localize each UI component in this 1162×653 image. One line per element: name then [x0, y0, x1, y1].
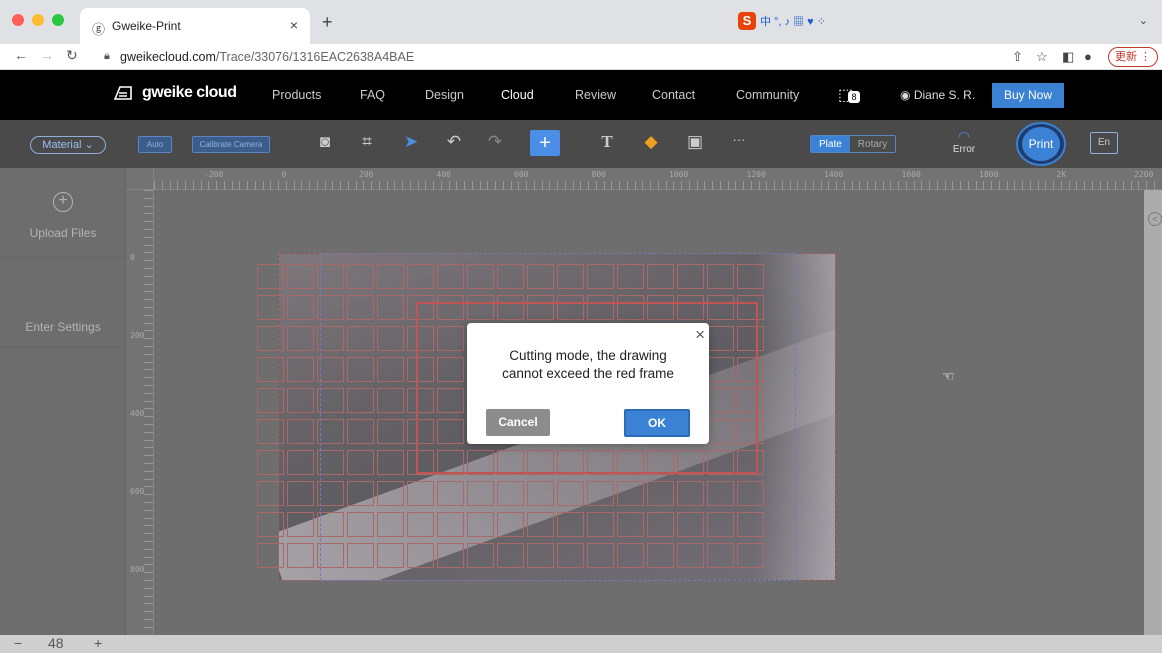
url-field[interactable]: gweikecloud.com/Trace/33076/1316EAC2638A… [120, 50, 414, 64]
dialog-message-line2: cannot exceed the red frame [502, 366, 674, 381]
rotary-option[interactable]: Rotary [849, 136, 896, 152]
sogou-icon[interactable]: S [738, 12, 756, 30]
dialog-message-line1: Cutting mode, the drawing [509, 348, 667, 363]
close-window-icon[interactable] [12, 14, 24, 26]
wifi-icon: ◠ [957, 128, 971, 144]
undo-icon[interactable]: ↶ [443, 132, 465, 152]
text-tool-icon[interactable]: T [596, 132, 618, 152]
wifi-status[interactable]: ◠ Error [946, 128, 982, 155]
cancel-button[interactable]: Cancel [486, 409, 550, 436]
ok-button[interactable]: OK [624, 409, 690, 437]
nav-design[interactable]: Design [425, 88, 464, 102]
zoom-in-button[interactable]: + [94, 635, 102, 651]
user-name: Diane S. R. [913, 88, 976, 102]
nav-contact[interactable]: Contact [652, 88, 695, 102]
select-pointer-icon[interactable]: ➤ [400, 132, 422, 152]
nav-review[interactable]: Review [575, 88, 616, 102]
profile-icon[interactable]: ● [1084, 49, 1092, 64]
site-navigation: gweike cloud Products FAQ Design Cloud R… [0, 70, 1162, 120]
ime-status: 中 °, ♪ ▦ ♥ ⁘ [760, 16, 826, 28]
share-icon[interactable]: ⇧ [1012, 49, 1023, 65]
more-options-icon[interactable]: ··· [728, 132, 750, 147]
user-menu[interactable]: ◉ Diane S. R. [900, 88, 975, 102]
tab-search-icon[interactable]: ⌄ [1139, 14, 1148, 27]
nav-faq[interactable]: FAQ [360, 88, 385, 102]
material-select[interactable]: Material ⌄ [30, 136, 106, 154]
update-button[interactable]: 更新 ⋮ [1108, 47, 1159, 67]
gweike-logo[interactable]: gweike cloud [112, 84, 237, 102]
minimize-window-icon[interactable] [32, 14, 44, 26]
new-tab-button[interactable]: + [322, 12, 333, 33]
editor-toolbar: Material ⌄ Auto Calibrate Camera ◙ ⌗ ➤ ↶… [0, 120, 1162, 168]
url-host: gweikecloud.com [120, 50, 216, 64]
back-icon[interactable]: ← [14, 47, 28, 63]
input-method-toolbar[interactable]: S 中 °, ♪ ▦ ♥ ⁘ [738, 12, 826, 30]
plate-option[interactable]: Plate [811, 136, 850, 152]
bookmark-star-icon[interactable]: ☆ [1036, 49, 1048, 65]
nav-community[interactable]: Community [736, 88, 799, 102]
zoom-level: 48 [48, 635, 64, 651]
forward-icon[interactable]: → [40, 47, 54, 63]
gem-shape-icon[interactable]: ◆ [640, 132, 662, 152]
camera-icon[interactable]: ◙ [314, 132, 336, 152]
dialog-message: Cutting mode, the drawing cannot exceed … [467, 347, 709, 383]
maximize-window-icon[interactable] [52, 14, 64, 26]
plate-rotary-toggle[interactable]: Plate Rotary [810, 135, 897, 153]
address-bar: ← → ↻ 🔒︎ gweikecloud.com/Trace/33076/131… [0, 44, 1162, 70]
auto-button[interactable]: Auto [138, 136, 172, 153]
dialog-close-icon[interactable]: × [695, 325, 705, 345]
nav-products[interactable]: Products [272, 88, 321, 102]
nav-cloud[interactable]: Cloud [501, 88, 534, 102]
url-path: /Trace/33076/1316EAC2638A4BAE [215, 50, 415, 64]
language-button[interactable]: En [1090, 132, 1118, 154]
print-label: Print [1022, 127, 1060, 161]
browser-tab[interactable]: ⓖ Gweike-Print × [80, 8, 310, 44]
crop-frame-icon[interactable]: ⌗ [356, 132, 378, 152]
zoom-bar: − 48 + [0, 635, 1162, 653]
browser-tab-strip: ⓖ Gweike-Print × + S 中 °, ♪ ▦ ♥ ⁘ ⌄ [0, 0, 1162, 44]
print-button[interactable]: Print [1016, 122, 1066, 166]
chevron-down-icon: ⌄ [84, 139, 94, 151]
material-label: Material [42, 139, 82, 151]
calibrate-camera-button[interactable]: Calibrate Camera [192, 136, 270, 153]
user-avatar-icon: ◉ [900, 88, 914, 102]
redo-icon[interactable]: ↷ [484, 132, 506, 152]
tab-title: Gweike-Print [112, 19, 181, 33]
add-shape-button[interactable]: + [530, 130, 560, 156]
image-icon[interactable]: ▣ [684, 132, 706, 152]
zoom-out-button[interactable]: − [14, 635, 22, 651]
hand-cursor-icon: ☜ [942, 368, 955, 384]
wifi-status-label: Error [952, 144, 976, 155]
cart-count-badge: 8 [848, 91, 860, 103]
reload-icon[interactable]: ↻ [66, 47, 78, 64]
gweike-logo-icon [113, 86, 132, 100]
buy-now-button[interactable]: Buy Now [992, 83, 1064, 108]
logo-text: gweike cloud [142, 84, 237, 101]
tab-close-icon[interactable]: × [290, 17, 298, 33]
sidebar-icon[interactable]: ◧ [1062, 49, 1074, 65]
cart-icon[interactable]: ⬚ 8 [838, 85, 860, 105]
cutting-mode-dialog: × Cutting mode, the drawing cannot excee… [467, 323, 709, 444]
lock-icon[interactable]: 🔒︎ [104, 50, 110, 63]
gweike-favicon-icon: ⓖ [92, 22, 106, 37]
